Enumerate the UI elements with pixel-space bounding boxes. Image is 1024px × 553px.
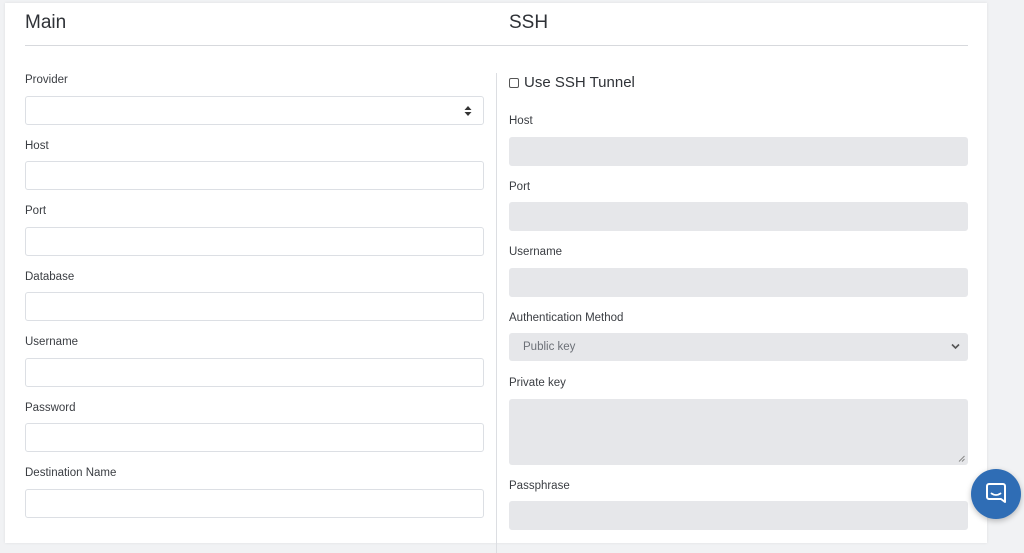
private-key-textarea	[509, 399, 968, 465]
username-label: Username	[25, 336, 79, 348]
port-label: Port	[25, 205, 47, 217]
header-divider	[25, 45, 968, 46]
host-label: Host	[25, 140, 49, 152]
chevron-down-icon	[951, 343, 960, 350]
destination-name-label: Destination Name	[25, 467, 117, 479]
use-ssh-tunnel-label: Use SSH Tunnel	[524, 74, 635, 91]
auth-method-value: Public key	[523, 341, 576, 353]
password-input[interactable]	[25, 423, 484, 452]
provider-label: Provider	[25, 74, 68, 86]
auth-method-select: Public key	[509, 333, 968, 361]
ssh-host-input	[509, 137, 968, 166]
chat-launcher-button[interactable]	[971, 469, 1021, 519]
provider-select[interactable]	[25, 96, 484, 125]
ssh-port-input	[509, 202, 968, 231]
host-input[interactable]	[25, 161, 484, 190]
database-label: Database	[25, 271, 75, 283]
ssh-username-input	[509, 268, 968, 297]
use-ssh-tunnel-toggle[interactable]: Use SSH Tunnel	[509, 74, 635, 91]
private-key-label: Private key	[509, 377, 566, 389]
port-input[interactable]	[25, 227, 484, 256]
ssh-host-label: Host	[509, 115, 533, 127]
password-label: Password	[25, 402, 76, 414]
resize-grip-icon	[958, 455, 965, 462]
use-ssh-tunnel-checkbox[interactable]	[509, 77, 519, 88]
ssh-section-title: SSH	[509, 12, 549, 33]
chat-bubble-icon	[986, 483, 1006, 503]
main-section-title: Main	[25, 12, 67, 33]
sort-arrows-icon	[464, 106, 472, 116]
ssh-username-label: Username	[509, 246, 563, 258]
ssh-port-label: Port	[509, 181, 531, 193]
column-divider	[496, 73, 497, 553]
username-input[interactable]	[25, 358, 484, 387]
passphrase-input	[509, 501, 968, 530]
database-input[interactable]	[25, 292, 484, 321]
connection-form-card: Main SSH Provider Host Port Database Use…	[5, 3, 987, 553]
passphrase-label: Passphrase	[509, 480, 570, 492]
destination-name-input[interactable]	[25, 489, 484, 518]
auth-method-label: Authentication Method	[509, 312, 624, 324]
